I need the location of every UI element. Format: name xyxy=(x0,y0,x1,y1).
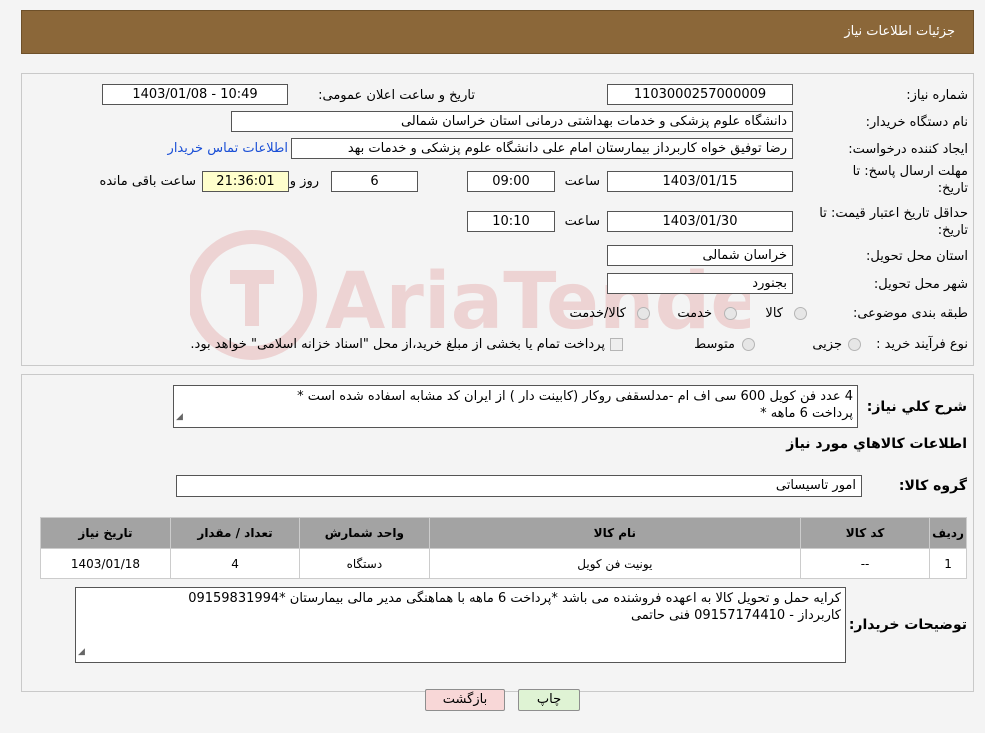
days-label: روز و xyxy=(289,174,319,189)
category-goods-label: کالا xyxy=(765,306,783,321)
process-minor-radio[interactable] xyxy=(848,338,861,351)
city-label: شهر محل تحویل: xyxy=(873,277,968,292)
process-medium-label: متوسط xyxy=(694,337,735,352)
treasury-checkbox[interactable] xyxy=(610,338,623,351)
announce-label: تاریخ و ساعت اعلان عمومی: xyxy=(318,88,475,103)
table-header-row: ردیف کد کالا نام کالا واحد شمارش تعداد /… xyxy=(40,517,967,549)
table-row: 1 -- یونیت فن کویل دستگاه 4 1403/01/18 xyxy=(40,548,967,579)
province-label: استان محل تحویل: xyxy=(866,249,968,264)
deadline-label-date: تاریخ: xyxy=(937,181,968,196)
summary-label: شرح کلي نياز: xyxy=(866,399,967,415)
notes-label: توضیحات خریدار: xyxy=(848,617,967,633)
resize-grip-icon[interactable]: ◢ xyxy=(176,409,183,426)
process-minor-label: جزیی xyxy=(812,337,842,352)
back-button[interactable]: بازگشت xyxy=(425,689,505,711)
col-code-header: کد کالا xyxy=(800,517,931,549)
col-qty-header: تعداد / مقدار xyxy=(169,517,301,549)
need-number-field: 1103000257000009 xyxy=(607,84,793,105)
cell-name: یونیت فن کویل xyxy=(428,548,802,579)
buyer-contact-link[interactable]: اطلاعات تماس خریدار xyxy=(168,141,288,156)
deadline-date-field: 1403/01/15 xyxy=(607,171,793,192)
cell-unit: دستگاه xyxy=(299,548,430,579)
process-note: پرداخت تمام یا بخشی از مبلغ خرید،از محل … xyxy=(190,337,605,352)
notes-textarea[interactable]: کرایه حمل و تحویل کالا به اعهده فروشنده … xyxy=(75,587,846,663)
days-field: 6 xyxy=(331,171,418,192)
validity-time-label: ساعت xyxy=(564,214,600,229)
col-name-header: نام کالا xyxy=(428,517,802,549)
creator-field: رضا توفیق خواه کاربرداز بیمارستان امام ع… xyxy=(291,138,793,159)
items-table: ردیف کد کالا نام کالا واحد شمارش تعداد /… xyxy=(40,517,967,579)
group-label: گروه کالا: xyxy=(898,478,967,494)
validity-label-date: تاریخ: xyxy=(937,223,968,238)
cell-row: 1 xyxy=(929,548,967,579)
deadline-label: مهلت ارسال پاسخ: تا xyxy=(852,164,968,179)
cell-code: -- xyxy=(800,548,931,579)
category-label: طبقه بندی موضوعی: xyxy=(852,306,968,321)
remaining-time-field: 21:36:01 xyxy=(202,171,289,192)
items-section-title: اطلاعات کالاهاي مورد نياز xyxy=(786,436,967,452)
validity-label: حداقل تاریخ اعتبار قیمت: تا xyxy=(819,206,968,221)
cell-date: 1403/01/18 xyxy=(40,548,171,579)
remaining-label: ساعت باقی مانده xyxy=(99,174,196,189)
notes-line-1: کرایه حمل و تحویل کالا به اعهده فروشنده … xyxy=(188,591,841,606)
group-field: امور تاسیساتی xyxy=(176,475,862,497)
validity-date-field: 1403/01/30 xyxy=(607,211,793,232)
province-field: خراسان شمالی xyxy=(607,245,793,266)
deadline-time-field: 09:00 xyxy=(467,171,555,192)
resize-grip-icon[interactable]: ◢ xyxy=(78,644,85,661)
category-goods-service-label: کالا/خدمت xyxy=(569,306,626,321)
page-title: جزئیات اطلاعات نیاز xyxy=(844,24,955,39)
category-service-radio[interactable] xyxy=(724,307,737,320)
need-number-label: شماره نیاز: xyxy=(906,88,968,103)
summary-textarea[interactable]: 4 عدد فن کویل 600 سی اف ام -مدلسقفی روکا… xyxy=(173,385,858,428)
cell-qty: 4 xyxy=(169,548,301,579)
buyer-field: دانشگاه علوم پزشکی و خدمات بهداشتی درمان… xyxy=(231,111,793,132)
page-header: جزئیات اطلاعات نیاز xyxy=(21,10,974,54)
summary-line-1: 4 عدد فن کویل 600 سی اف ام -مدلسقفی روکا… xyxy=(297,389,853,404)
category-goods-service-radio[interactable] xyxy=(637,307,650,320)
process-label: نوع فرآیند خرید : xyxy=(876,337,968,352)
buyer-label: نام دستگاه خریدار: xyxy=(865,115,968,130)
category-service-label: خدمت xyxy=(677,306,712,321)
summary-line-2: پرداخت 6 ماهه * xyxy=(760,406,853,421)
validity-time-field: 10:10 xyxy=(467,211,555,232)
process-medium-radio[interactable] xyxy=(742,338,755,351)
creator-label: ایجاد کننده درخواست: xyxy=(848,142,968,157)
print-button[interactable]: چاپ xyxy=(518,689,580,711)
notes-line-2: کاربرداز - 09157174410 فنی حاتمی xyxy=(630,608,841,623)
col-unit-header: واحد شمارش xyxy=(299,517,430,549)
announce-datetime-field: 1403/01/08 - 10:49 xyxy=(102,84,288,105)
category-goods-radio[interactable] xyxy=(794,307,807,320)
col-date-header: تاریخ نیاز xyxy=(40,517,171,549)
col-row-header: ردیف xyxy=(929,517,967,549)
deadline-time-label: ساعت xyxy=(564,174,600,189)
city-field: بجنورد xyxy=(607,273,793,294)
